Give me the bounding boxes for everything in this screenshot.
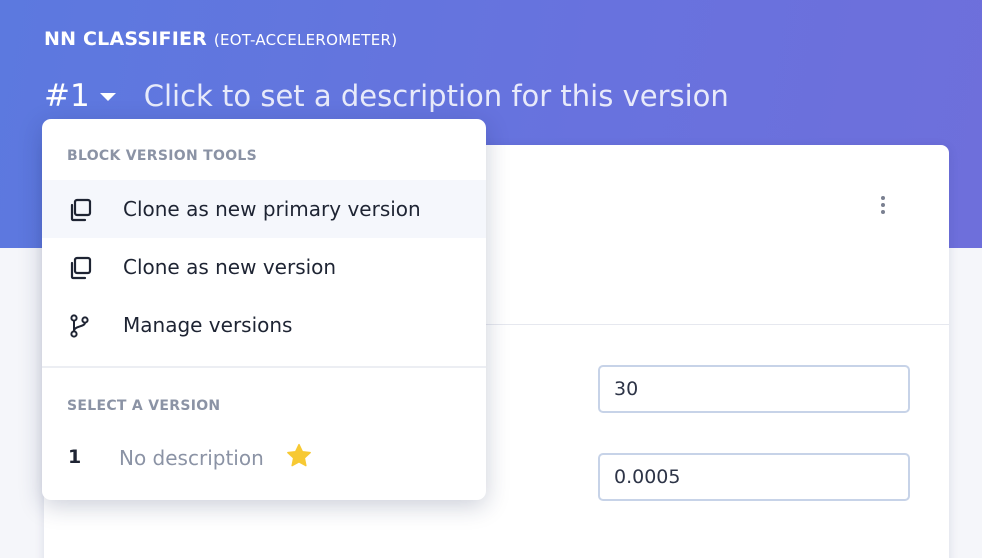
clone-as-new-version-menu-item[interactable]: Clone as new version — [42, 238, 486, 296]
block-subname: (EOT-ACCELEROMETER) — [213, 31, 398, 49]
git-branch-icon — [70, 314, 89, 338]
menu-item-label: Clone as new primary version — [123, 197, 421, 221]
version-label: #1 — [44, 78, 90, 114]
version-selector-toggle[interactable]: #1 — [44, 78, 116, 114]
menu-divider — [42, 366, 486, 368]
select-version-heading: SELECT A VERSION — [67, 398, 221, 414]
caret-down-icon — [99, 93, 116, 101]
version-number: 1 — [68, 446, 82, 468]
block-version-tools-heading: BLOCK VERSION TOOLS — [67, 148, 258, 164]
manage-versions-menu-item[interactable]: Manage versions — [42, 296, 486, 354]
version-dropdown-menu: BLOCK VERSION TOOLS Clone as new primary… — [42, 119, 486, 500]
menu-item-label: Manage versions — [123, 313, 293, 337]
clone-icon — [70, 198, 92, 222]
clone-icon — [70, 256, 92, 280]
version-description-editable[interactable]: Click to set a description for this vers… — [144, 79, 729, 113]
menu-item-label: Clone as new version — [123, 255, 337, 279]
block-name: NN CLASSIFIER — [44, 28, 208, 50]
star-icon — [287, 443, 311, 467]
version-description: No description — [119, 446, 264, 470]
learning-rate-input[interactable] — [598, 453, 910, 501]
clone-as-primary-menu-item[interactable]: Clone as new primary version — [42, 180, 486, 238]
version-option-1[interactable]: 1 No description — [42, 433, 486, 487]
version-row: #1 Click to set a description for this v… — [44, 74, 729, 118]
block-title: NN CLASSIFIER (EOT-ACCELEROMETER) — [44, 28, 397, 50]
more-options-icon[interactable] — [872, 193, 894, 217]
training-cycles-input[interactable] — [598, 365, 910, 413]
